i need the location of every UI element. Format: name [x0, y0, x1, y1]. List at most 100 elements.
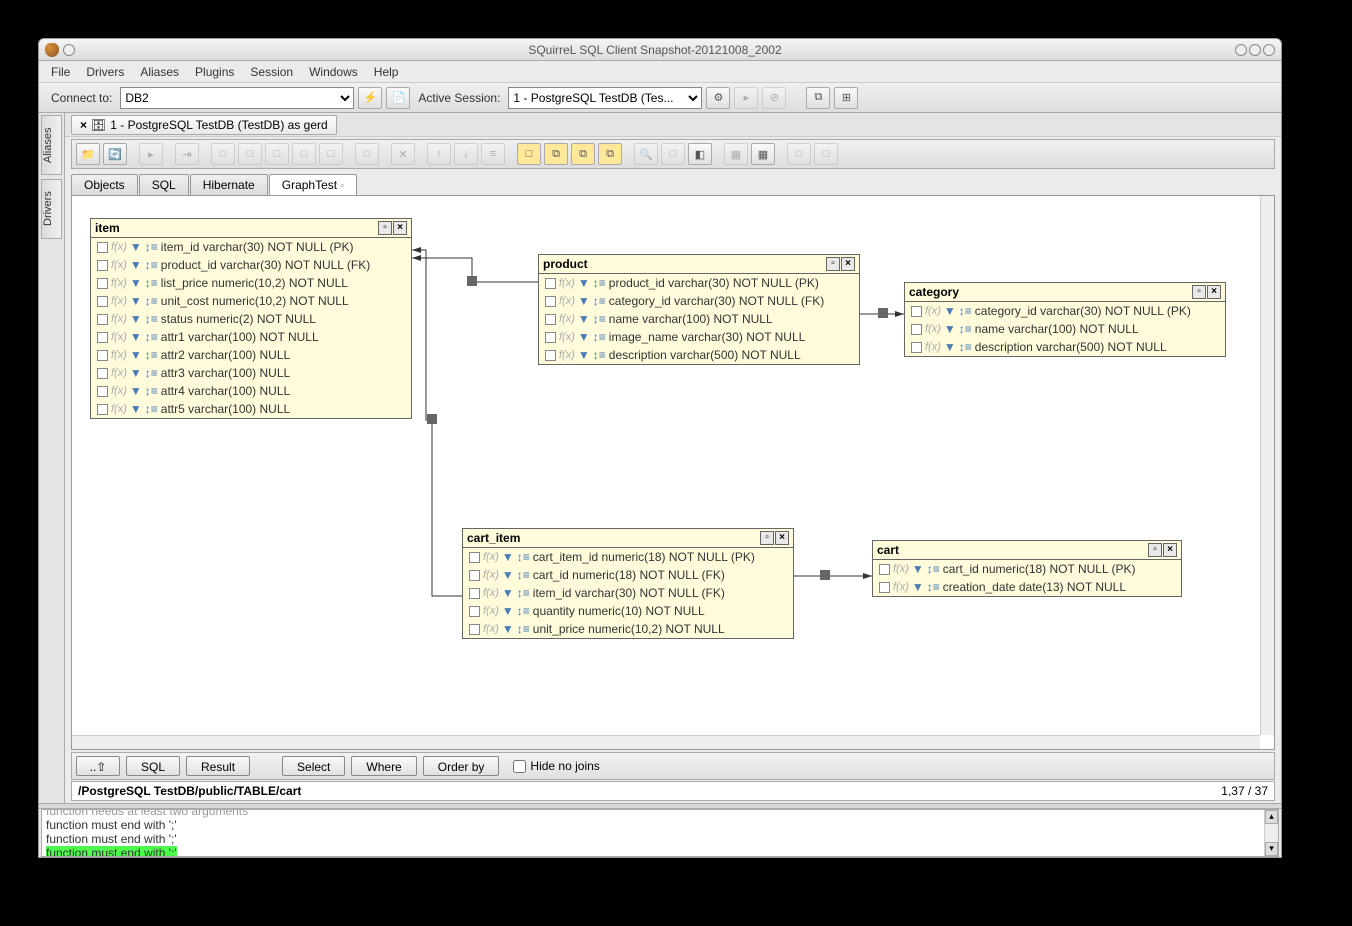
menu-windows[interactable]: Windows [301, 65, 366, 79]
handle-4[interactable] [820, 570, 830, 580]
sort-icon[interactable]: ↕≡ [593, 276, 606, 290]
column-row[interactable]: f(x)▼↕≡category_id varchar(30) NOT NULL … [905, 302, 1225, 320]
close-session-icon[interactable]: × [80, 118, 87, 132]
tb-refresh[interactable]: 🔄 [103, 143, 127, 165]
tab-hibernate[interactable]: Hibernate [190, 174, 268, 195]
filter-icon[interactable]: ▼ [130, 294, 142, 308]
table-product[interactable]: product▫×f(x)▼↕≡product_id varchar(30) N… [538, 254, 860, 365]
sort-icon[interactable]: ↕≡ [593, 330, 606, 344]
column-row[interactable]: f(x)▼↕≡image_name varchar(30) NOT NULL [539, 328, 859, 346]
tb-c4[interactable]: ⧉ [598, 143, 622, 165]
tb-down[interactable]: ↓ [454, 143, 478, 165]
column-row[interactable]: f(x)▼↕≡attr5 varchar(100) NULL [91, 400, 411, 418]
connect-button[interactable]: ⚡ [358, 87, 382, 109]
table-min-icon[interactable]: ▫ [826, 257, 840, 271]
column-row[interactable]: f(x)▼↕≡name varchar(100) NOT NULL [539, 310, 859, 328]
scroll-up-icon[interactable]: ▴ [1265, 810, 1278, 824]
tb-f2[interactable]: □ [814, 143, 838, 165]
sort-icon[interactable]: ↕≡ [927, 562, 940, 576]
sort-icon[interactable]: ↕≡ [145, 366, 158, 380]
column-checkbox[interactable] [97, 314, 108, 325]
column-row[interactable]: f(x)▼↕≡unit_cost numeric(10,2) NOT NULL [91, 292, 411, 310]
sort-icon[interactable]: ↕≡ [517, 550, 530, 564]
filter-icon[interactable]: ▼ [578, 294, 590, 308]
table-header[interactable]: cart_item▫× [463, 529, 793, 548]
table-header[interactable]: category▫× [905, 283, 1225, 302]
column-row[interactable]: f(x)▼↕≡creation_date date(13) NOT NULL [873, 578, 1181, 596]
log-scrollbar[interactable]: ▴ ▾ [1264, 810, 1278, 856]
sort-icon[interactable]: ↕≡ [145, 384, 158, 398]
column-row[interactable]: f(x)▼↕≡category_id varchar(30) NOT NULL … [539, 292, 859, 310]
tb-b9[interactable]: ≡ [481, 143, 505, 165]
sort-icon[interactable]: ↕≡ [959, 340, 972, 354]
up-button[interactable]: ..⇧ [76, 756, 120, 776]
titlebar[interactable]: SQuirreL SQL Client Snapshot-20121008_20… [39, 39, 1281, 61]
filter-icon[interactable]: ▼ [944, 322, 956, 336]
canvas-scrollbar-h[interactable] [72, 735, 1260, 749]
menu-session[interactable]: Session [242, 65, 301, 79]
filter-icon[interactable]: ▼ [130, 366, 142, 380]
sort-icon[interactable]: ↕≡ [927, 580, 940, 594]
column-checkbox[interactable] [97, 368, 108, 379]
column-checkbox[interactable] [545, 278, 556, 289]
table-close-icon[interactable]: × [1163, 543, 1177, 557]
column-row[interactable]: f(x)▼↕≡item_id varchar(30) NOT NULL (PK) [91, 238, 411, 256]
column-checkbox[interactable] [469, 552, 480, 563]
column-checkbox[interactable] [545, 296, 556, 307]
sort-icon[interactable]: ↕≡ [145, 312, 158, 326]
graph-canvas[interactable]: item▫×f(x)▼↕≡item_id varchar(30) NOT NUL… [72, 196, 1260, 735]
column-checkbox[interactable] [97, 296, 108, 307]
menu-help[interactable]: Help [366, 65, 407, 79]
tb-b3[interactable]: □ [238, 143, 262, 165]
column-checkbox[interactable] [97, 242, 108, 253]
column-row[interactable]: f(x)▼↕≡description varchar(500) NOT NULL [539, 346, 859, 364]
filter-icon[interactable]: ▼ [578, 330, 590, 344]
handle-3[interactable] [427, 414, 437, 424]
hide-joins-checkbox[interactable]: Hide no joins [513, 759, 599, 773]
filter-icon[interactable]: ▼ [578, 348, 590, 362]
table-close-icon[interactable]: × [841, 257, 855, 271]
tb-cat[interactable]: 📁 [76, 143, 100, 165]
tab-sql[interactable]: SQL [139, 174, 189, 195]
tb-e2[interactable]: ▦ [751, 143, 775, 165]
tb-c1[interactable]: □ [517, 143, 541, 165]
table-close-icon[interactable]: × [1207, 285, 1221, 299]
menu-drivers[interactable]: Drivers [78, 65, 132, 79]
table-header[interactable]: cart▫× [873, 541, 1181, 560]
sort-icon[interactable]: ↕≡ [959, 304, 972, 318]
column-row[interactable]: f(x)▼↕≡status numeric(2) NOT NULL [91, 310, 411, 328]
column-checkbox[interactable] [97, 350, 108, 361]
filter-icon[interactable]: ▼ [130, 312, 142, 326]
filter-icon[interactable]: ▼ [502, 586, 514, 600]
filter-icon[interactable]: ▼ [912, 580, 924, 594]
column-checkbox[interactable] [545, 332, 556, 343]
connect-to-combo[interactable]: DB2 [120, 87, 354, 109]
table-header[interactable]: item▫× [91, 219, 411, 238]
tb-d1[interactable]: □ [661, 143, 685, 165]
filter-icon[interactable]: ▼ [130, 384, 142, 398]
select-button[interactable]: Select [282, 756, 345, 776]
table-category[interactable]: category▫×f(x)▼↕≡category_id varchar(30)… [904, 282, 1226, 357]
sort-icon[interactable]: ↕≡ [517, 568, 530, 582]
column-row[interactable]: f(x)▼↕≡description varchar(500) NOT NULL [905, 338, 1225, 356]
column-checkbox[interactable] [97, 386, 108, 397]
maximize-button[interactable] [1249, 44, 1261, 56]
active-session-combo[interactable]: 1 - PostgreSQL TestDB (Tes... [508, 87, 702, 109]
tile-button[interactable]: ⊞ [834, 87, 858, 109]
sort-icon[interactable]: ↕≡ [145, 276, 158, 290]
sort-icon[interactable]: ↕≡ [593, 312, 606, 326]
column-row[interactable]: f(x)▼↕≡cart_id numeric(18) NOT NULL (PK) [873, 560, 1181, 578]
table-close-icon[interactable]: × [775, 531, 789, 545]
column-checkbox[interactable] [469, 624, 480, 635]
sort-icon[interactable]: ↕≡ [959, 322, 972, 336]
tb-run[interactable]: ▸ [139, 143, 163, 165]
handle-2[interactable] [878, 308, 888, 318]
column-checkbox[interactable] [879, 582, 890, 593]
sidetab-aliases[interactable]: Aliases [41, 115, 62, 175]
sidetab-drivers[interactable]: Drivers [41, 179, 62, 239]
column-row[interactable]: f(x)▼↕≡item_id varchar(30) NOT NULL (FK) [463, 584, 793, 602]
tb-d2[interactable]: ◧ [688, 143, 712, 165]
tb-b2[interactable]: □ [211, 143, 235, 165]
filter-icon[interactable]: ▼ [130, 330, 142, 344]
column-checkbox[interactable] [911, 324, 922, 335]
